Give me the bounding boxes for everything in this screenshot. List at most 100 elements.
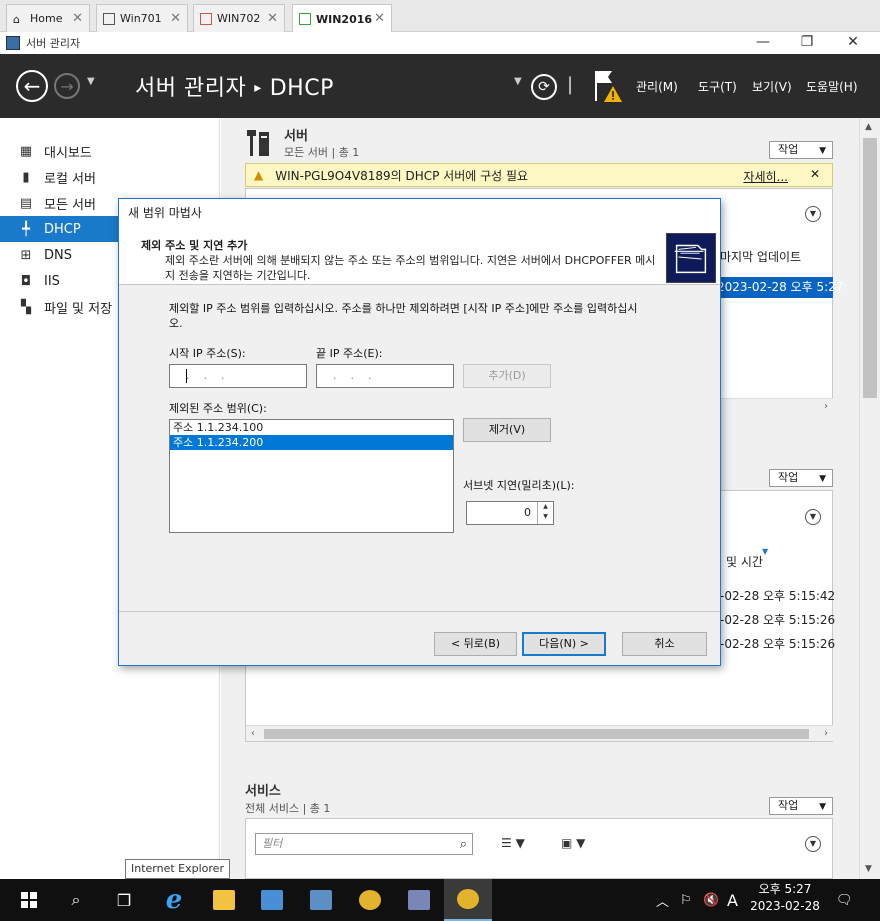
taskbar-internet-explorer[interactable]: e: [150, 879, 198, 921]
chevron-up-icon[interactable]: ▲: [865, 122, 872, 132]
sidebar-item-label: 로컬 서버: [44, 171, 96, 187]
cancel-button[interactable]: 취소: [622, 632, 707, 656]
tab-label: WIN2016: [316, 12, 373, 26]
wizard-folder-icon: [666, 233, 716, 283]
dialog-description: 제외 주소란 서버에 의해 분배되지 않는 주소 또는 주소의 범위입니다. 지…: [165, 254, 656, 282]
excluded-ranges-list[interactable]: 주소 1.1.234.100 주소 1.1.234.200: [169, 419, 454, 533]
chevron-down-icon[interactable]: ▼: [514, 76, 522, 87]
menu-manage[interactable]: 관리(M): [636, 78, 678, 95]
menu-help[interactable]: 도움말(H): [806, 78, 858, 95]
taskbar-file-explorer[interactable]: [200, 879, 248, 921]
volume-muted-icon[interactable]: 🔇: [703, 879, 719, 921]
tab-win702[interactable]: WIN702 ✕: [193, 4, 285, 32]
column-last-update[interactable]: 마지막 업데이트: [720, 248, 801, 265]
chevron-right-icon[interactable]: ›: [824, 726, 828, 742]
menu-tools[interactable]: 도구(T): [698, 78, 737, 95]
sidebar-item-label: 대시보드: [44, 145, 92, 161]
events-tasks-dropdown[interactable]: 작업: [769, 469, 833, 487]
table-row[interactable]: -02-28 오후 5:15:26: [720, 635, 835, 652]
end-ip-input[interactable]: ...: [316, 364, 454, 388]
scrollbar-thumb[interactable]: [264, 729, 809, 739]
sidebar-item-label: IIS: [44, 273, 60, 289]
services-tasks-dropdown[interactable]: 작업: [769, 797, 833, 815]
save-options-icon[interactable]: ▣ ▼: [561, 836, 585, 850]
remove-button[interactable]: 제거(V): [463, 418, 551, 442]
refresh-icon: ⟳: [538, 79, 550, 95]
start-button[interactable]: [5, 879, 53, 921]
chevron-down-icon[interactable]: ▼: [805, 206, 821, 222]
column-datetime[interactable]: 및 시간: [726, 553, 763, 570]
table-row[interactable]: -02-28 오후 5:15:42: [720, 587, 835, 604]
tab-win701[interactable]: Win701 ✕: [96, 4, 188, 32]
servers-section-title: 서버: [284, 129, 308, 144]
table-row[interactable]: -02-28 오후 5:15:26: [720, 611, 835, 628]
server-icon: ▮: [22, 169, 30, 185]
taskbar-dhcp-active[interactable]: [444, 879, 492, 921]
tab-home[interactable]: ⌂ Home ✕: [6, 4, 90, 32]
notification-flag-icon[interactable]: [592, 68, 622, 104]
next-button[interactable]: 다음(N) >: [522, 632, 606, 656]
taskbar-app-control-panel[interactable]: [248, 879, 296, 921]
refresh-button[interactable]: ⟳: [531, 74, 557, 100]
dhcp-console-icon: [359, 890, 381, 910]
clock-date: 2023-02-28: [750, 899, 820, 913]
subnet-delay-stepper[interactable]: 0 ▲ ▼: [466, 501, 554, 525]
tab-label: WIN702: [217, 12, 261, 25]
list-options-icon[interactable]: ☰ ▼: [501, 836, 525, 850]
forward-button[interactable]: →: [54, 73, 80, 99]
minimize-button[interactable]: —: [740, 32, 786, 54]
warning-bar: ▲ WIN-PGL9O4V8189의 DHCP 서버에 구성 필요 자세히...…: [245, 163, 833, 187]
services-filter-input[interactable]: 필터 ⌕: [255, 833, 473, 855]
search-icon[interactable]: ⌕: [460, 835, 467, 855]
back-button[interactable]: < 뒤로(B): [434, 632, 517, 656]
taskbar-network-app[interactable]: [395, 879, 443, 921]
scrollbar-thumb[interactable]: [863, 138, 877, 398]
horizontal-scrollbar[interactable]: ‹ ›: [246, 725, 833, 741]
sidebar-item-label: 모든 서버: [44, 197, 96, 213]
excluded-ranges-label: 제외된 주소 범위(C):: [169, 402, 267, 415]
taskbar-server-manager[interactable]: [297, 879, 345, 921]
sidebar-item-dashboard[interactable]: ▦ 대시보드: [0, 138, 219, 164]
search-button[interactable]: ⌕: [52, 879, 100, 921]
history-dropdown-icon[interactable]: ▼: [87, 76, 95, 87]
vertical-scrollbar[interactable]: ▲ ▼: [859, 118, 880, 879]
restore-button[interactable]: ❐: [784, 32, 830, 54]
warning-close-button[interactable]: ✕: [810, 167, 820, 181]
chevron-left-icon[interactable]: ‹: [251, 726, 255, 742]
chevron-right-icon[interactable]: ›: [824, 399, 828, 415]
list-item[interactable]: 주소 1.1.234.200: [170, 435, 453, 450]
windows-logo-icon: [21, 892, 37, 908]
close-icon[interactable]: ✕: [72, 11, 83, 26]
notifications-button[interactable]: 🗨: [836, 879, 853, 921]
chevron-down-icon[interactable]: ▼: [865, 864, 872, 874]
network-icon: [408, 890, 430, 910]
close-icon[interactable]: ✕: [374, 11, 385, 26]
ime-indicator[interactable]: A: [727, 879, 738, 921]
warning-more-link[interactable]: 자세히...: [743, 168, 788, 185]
add-button[interactable]: 추가(D): [463, 364, 551, 388]
servers-tasks-dropdown[interactable]: 작업: [769, 141, 833, 159]
taskbar-clock[interactable]: 오후 5:27 2023-02-28: [745, 881, 825, 915]
chevron-down-icon[interactable]: ▼: [805, 509, 821, 525]
close-icon[interactable]: ✕: [170, 11, 181, 26]
taskbar-dhcp-console[interactable]: [346, 879, 394, 921]
back-button[interactable]: ←: [16, 70, 48, 102]
tab-win2016[interactable]: WIN2016 ✕: [292, 4, 392, 33]
dialog-instruction: 제외할 IP 주소 범위를 입력하십시오. 주소를 하나만 제외하려면 [시작 …: [169, 302, 638, 330]
breadcrumb-root[interactable]: 서버 관리자: [135, 76, 246, 101]
servers-icon: ▤: [19, 195, 33, 211]
sidebar-item-local-server[interactable]: ▮ 로컬 서버: [0, 164, 219, 190]
list-item[interactable]: 주소 1.1.234.100: [170, 420, 453, 435]
chevron-down-icon[interactable]: ▼: [805, 836, 821, 852]
close-icon[interactable]: ✕: [267, 11, 278, 26]
tab-label: Win701: [120, 12, 162, 25]
spinner-arrows-icon[interactable]: ▲ ▼: [537, 502, 553, 524]
tray-overflow-button[interactable]: ︿: [656, 879, 669, 921]
window-title: 서버 관리자: [26, 37, 81, 50]
task-view-button[interactable]: ❐: [100, 879, 148, 921]
network-status-icon[interactable]: ⚐: [680, 879, 692, 921]
close-button[interactable]: ✕: [830, 32, 876, 54]
table-row[interactable]: 2023-02-28 오후 5:27:: [714, 277, 847, 298]
menu-view[interactable]: 보기(V): [752, 78, 792, 95]
start-ip-input[interactable]: ...: [169, 364, 307, 388]
